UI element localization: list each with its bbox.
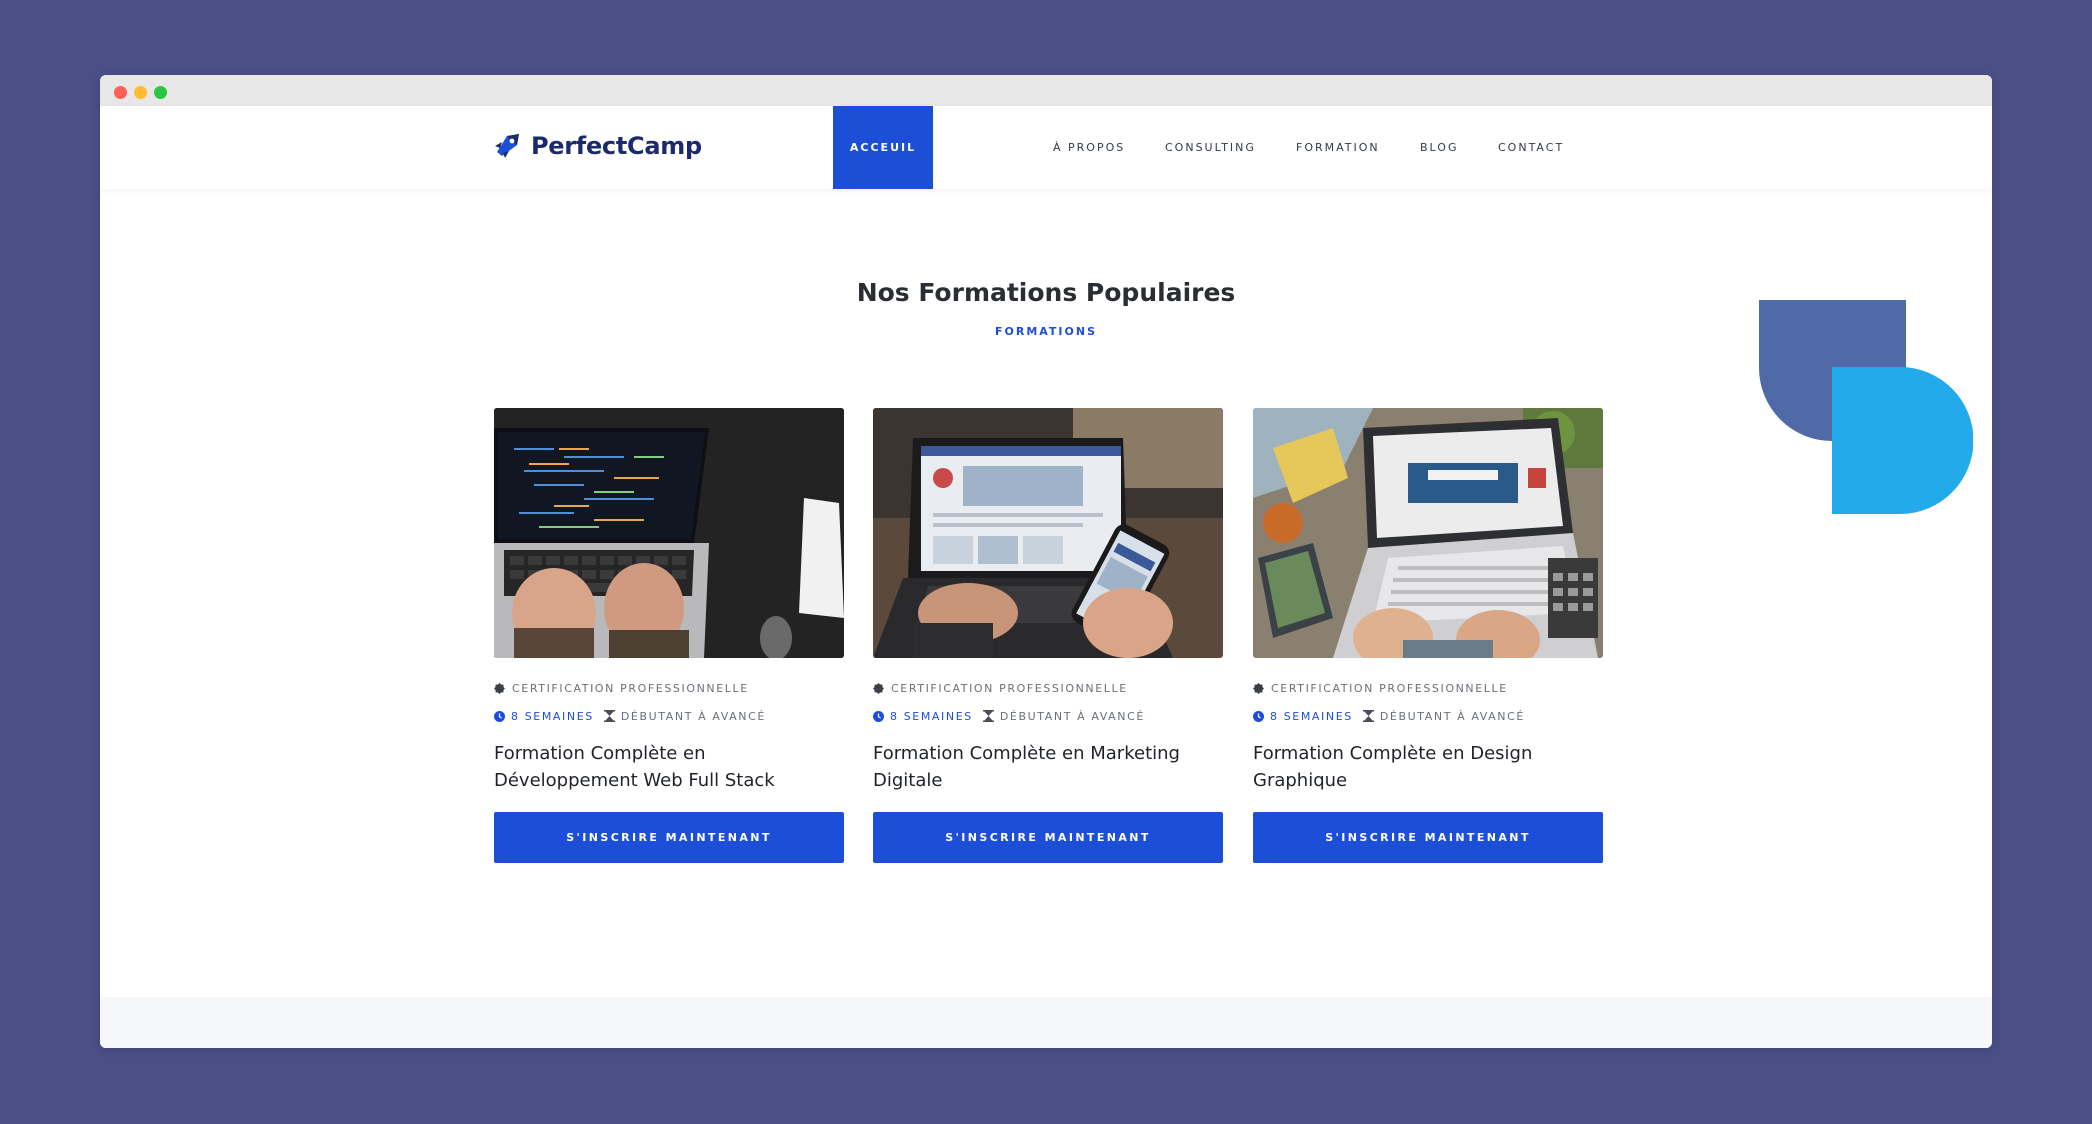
certification-label: CERTIFICATION PROFESSIONNELLE [1253, 680, 1603, 696]
logo-text: PerfectCamp [531, 132, 702, 160]
nav-item-contact[interactable]: CONTACT [1478, 106, 1584, 189]
course-title[interactable]: Formation Complète en Développement Web … [494, 740, 844, 796]
course-meta: 8 SEMAINES DÉBUTANT À AVANCÉ [1253, 708, 1603, 724]
certification-text: CERTIFICATION PROFESSIONNELLE [1271, 681, 1508, 695]
maximize-window-dot[interactable] [154, 86, 167, 99]
course-level: DÉBUTANT À AVANCÉ [620, 709, 766, 723]
course-level: DÉBUTANT À AVANCÉ [999, 709, 1145, 723]
course-title[interactable]: Formation Complète en Design Graphique [1253, 740, 1603, 796]
section-subtitle: FORMATIONS [994, 325, 1098, 338]
enroll-button[interactable]: S'INSCRIRE MAINTENANT [873, 812, 1223, 863]
nav-item-consulting[interactable]: CONSULTING [1145, 106, 1276, 189]
rocket-icon [495, 134, 519, 158]
hourglass-icon [1362, 710, 1374, 722]
course-title[interactable]: Formation Complète en Marketing Digitale [873, 740, 1223, 796]
nav-item-a-propos[interactable]: À PROPOS [1033, 106, 1145, 189]
laptop-code-photo [494, 408, 844, 658]
course-card: CERTIFICATION PROFESSIONNELLE 8 SEMAINES… [1253, 408, 1603, 863]
certificate-badge-icon [1253, 682, 1264, 694]
enroll-button[interactable]: S'INSCRIRE MAINTENANT [494, 812, 844, 863]
course-duration: 8 SEMAINES [890, 709, 973, 723]
certification-label: CERTIFICATION PROFESSIONNELLE [494, 680, 844, 696]
browser-window: PerfectCamp ACCEUIL À PROPOS CONSULTING … [100, 75, 1992, 1048]
window-titlebar [100, 75, 1992, 106]
certification-text: CERTIFICATION PROFESSIONNELLE [891, 681, 1128, 695]
enroll-button[interactable]: S'INSCRIRE MAINTENANT [1253, 812, 1603, 863]
certification-label: CERTIFICATION PROFESSIONNELLE [873, 680, 1223, 696]
course-card: CERTIFICATION PROFESSIONNELLE 8 SEMAINES… [494, 408, 844, 863]
course-meta: 8 SEMAINES DÉBUTANT À AVANCÉ [494, 708, 844, 724]
clock-icon [873, 710, 884, 722]
footer-strip [100, 997, 1992, 1048]
nav-item-formation[interactable]: FORMATION [1276, 106, 1400, 189]
section-title: Nos Formations Populaires [856, 278, 1236, 307]
course-duration: 8 SEMAINES [511, 709, 594, 723]
course-card: CERTIFICATION PROFESSIONNELLE 8 SEMAINES… [873, 408, 1223, 863]
laptop-phone-marketing-photo [873, 408, 1223, 658]
certificate-badge-icon [873, 682, 884, 694]
certification-text: CERTIFICATION PROFESSIONNELLE [512, 681, 749, 695]
course-duration: 8 SEMAINES [1270, 709, 1353, 723]
site-logo[interactable]: PerfectCamp [493, 128, 702, 164]
nav-item-blog[interactable]: BLOG [1400, 106, 1478, 189]
site-header: PerfectCamp ACCEUIL À PROPOS CONSULTING … [100, 106, 1992, 189]
decorative-shape-icon [1759, 300, 1973, 514]
minimize-window-dot[interactable] [134, 86, 147, 99]
course-level: DÉBUTANT À AVANCÉ [1379, 709, 1525, 723]
hourglass-icon [603, 710, 615, 722]
close-window-dot[interactable] [114, 86, 127, 99]
course-meta: 8 SEMAINES DÉBUTANT À AVANCÉ [873, 708, 1223, 724]
clock-icon [1253, 710, 1264, 722]
nav-item-acceuil[interactable]: ACCEUIL [833, 106, 933, 189]
certificate-badge-icon [494, 682, 505, 694]
hourglass-icon [982, 710, 994, 722]
clock-icon [494, 710, 505, 722]
laptop-design-desk-photo [1253, 408, 1603, 658]
